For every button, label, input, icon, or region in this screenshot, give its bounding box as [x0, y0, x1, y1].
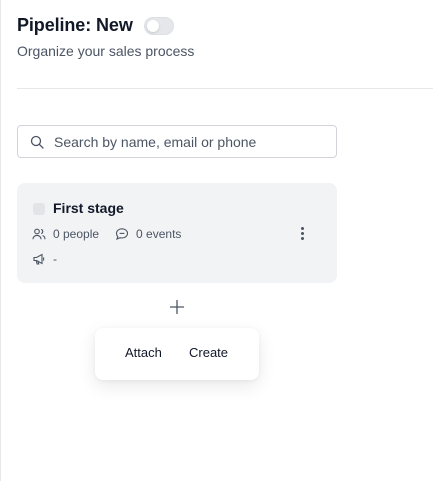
more-dot: [300, 226, 304, 230]
people-count: 0 people: [53, 227, 100, 241]
toggle-knob: [146, 19, 159, 32]
search-icon: [30, 135, 44, 149]
attach-button[interactable]: Attach: [125, 345, 162, 360]
events-count: 0 events: [136, 227, 182, 241]
people-icon: [32, 228, 46, 240]
panel-left-border: [0, 0, 1, 481]
plus-icon[interactable]: [169, 299, 185, 315]
stage-source: -: [32, 252, 57, 266]
add-stage-menu: Attach Create: [95, 328, 259, 380]
megaphone-icon: [33, 253, 45, 265]
stage-meta: 0 people 0 events: [32, 227, 181, 241]
search-box[interactable]: [17, 125, 337, 158]
pipeline-toggle[interactable]: [143, 16, 174, 35]
search-input[interactable]: [52, 132, 326, 151]
stage-card[interactable]: First stage 0 people 0 events -: [17, 183, 337, 283]
chat-bubble-icon: [115, 228, 129, 240]
create-button[interactable]: Create: [189, 345, 228, 360]
source-value: -: [53, 252, 57, 266]
more-dot: [300, 231, 304, 235]
stage-color-swatch[interactable]: [33, 203, 45, 215]
stage-more-button[interactable]: [295, 223, 309, 243]
page-title: Pipeline: New: [17, 15, 133, 35]
stage-name: First stage: [53, 200, 124, 216]
header: Pipeline: New: [17, 15, 174, 36]
more-dot: [300, 236, 304, 240]
header-divider: [17, 88, 433, 89]
page-subtitle: Organize your sales process: [17, 43, 195, 59]
